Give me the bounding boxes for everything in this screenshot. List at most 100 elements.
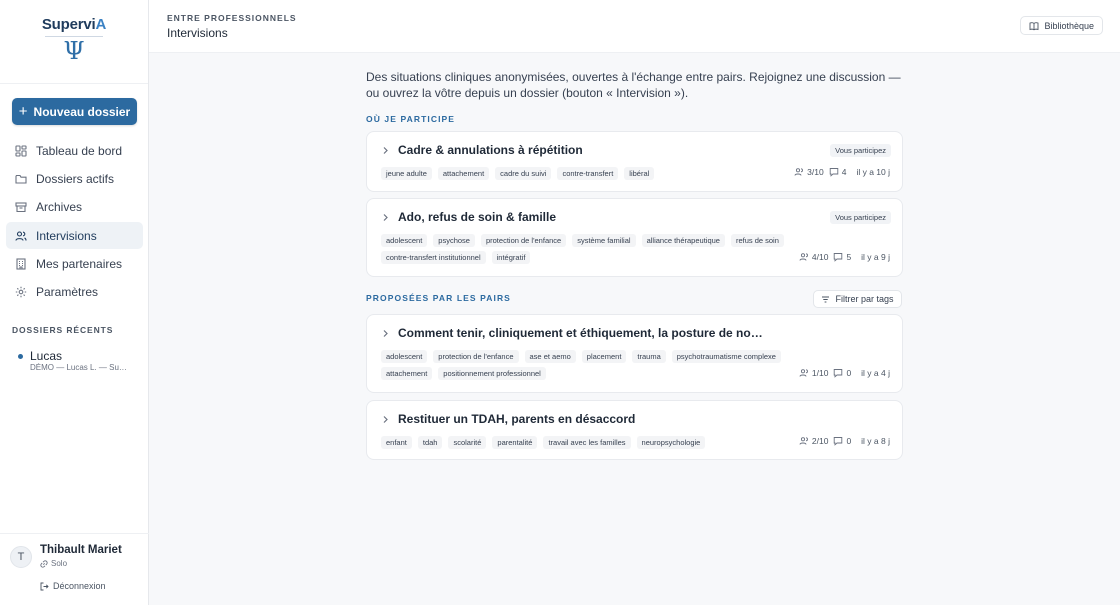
tag[interactable]: psychotraumatisme complexe bbox=[671, 350, 781, 363]
card-header[interactable]: Restituer un TDAH, parents en désaccord bbox=[381, 412, 635, 426]
section-title-participating: Où je participe bbox=[366, 114, 456, 124]
tag[interactable]: parentalité bbox=[492, 436, 538, 449]
user-name: Thibault Mariet bbox=[40, 544, 122, 556]
tag[interactable]: système familial bbox=[572, 234, 636, 247]
comment-icon bbox=[834, 369, 843, 378]
sidebar-item-label: Mes partenaires bbox=[36, 257, 123, 272]
tag[interactable]: trauma bbox=[632, 350, 666, 363]
comments-count: 0 bbox=[846, 436, 852, 446]
tag[interactable]: attachement bbox=[437, 167, 490, 180]
tag[interactable]: protection de l'enfance bbox=[433, 350, 519, 363]
intervision-card[interactable]: Cadre & annulations à répétition Vous pa… bbox=[366, 131, 903, 192]
intervision-card[interactable]: Comment tenir, cliniquement et éthiqueme… bbox=[366, 314, 903, 393]
page-eyebrow: Entre professionnels bbox=[167, 13, 297, 23]
recent-folder-item[interactable]: Lucas DÉMO — Lucas L. — Su… bbox=[18, 349, 130, 372]
tag-list: enfant tdah scolarité parentalité travai… bbox=[381, 436, 801, 449]
comment-icon bbox=[834, 437, 843, 446]
sidebar-item-archives[interactable]: Archives bbox=[6, 194, 143, 221]
tag[interactable]: ase et aemo bbox=[524, 350, 576, 363]
dashboard-icon bbox=[14, 144, 28, 158]
recent-folders-title: Dossiers récents bbox=[12, 325, 114, 335]
tag[interactable]: enfant bbox=[381, 436, 412, 449]
sidebar-item-label: Archives bbox=[36, 200, 83, 215]
sidebar-item-intervisions[interactable]: Intervisions bbox=[6, 222, 143, 250]
avatar[interactable]: T bbox=[10, 546, 32, 568]
card-meta: 1/10 0 il y a 4 j bbox=[799, 368, 890, 378]
tag[interactable]: tdah bbox=[417, 436, 443, 449]
tag[interactable]: placement bbox=[581, 350, 627, 363]
tag[interactable]: travail avec les familles bbox=[543, 436, 631, 449]
gear-icon bbox=[14, 285, 28, 299]
card-age: il y a 4 j bbox=[861, 368, 890, 378]
card-header[interactable]: Cadre & annulations à répétition bbox=[381, 143, 583, 157]
sidebar-item-active-folders[interactable]: Dossiers actifs bbox=[6, 165, 143, 192]
members-count: 3/10 bbox=[807, 167, 824, 177]
chevron-right-icon[interactable] bbox=[381, 329, 390, 338]
user-plan-label: Solo bbox=[51, 559, 68, 568]
filter-icon bbox=[822, 296, 830, 302]
tag[interactable]: jeune adulte bbox=[381, 167, 432, 180]
comments-count: 5 bbox=[846, 252, 852, 262]
tag[interactable]: cadre du suivi bbox=[495, 167, 552, 180]
members-count: 2/10 bbox=[811, 436, 829, 446]
tag[interactable]: scolarité bbox=[448, 436, 487, 449]
chevron-right-icon[interactable] bbox=[381, 146, 390, 155]
section-title-proposed: Proposées par les pairs bbox=[366, 293, 511, 303]
tag[interactable]: contre-transfert institutionnel bbox=[381, 251, 486, 264]
card-title: Ado, refus de soin & famille bbox=[398, 210, 557, 224]
logout-label: Déconnexion bbox=[53, 581, 106, 591]
card-header[interactable]: Ado, refus de soin & famille bbox=[381, 210, 556, 224]
tag[interactable]: psychose bbox=[433, 234, 475, 247]
intervision-card[interactable]: Restituer un TDAH, parents en désaccord … bbox=[366, 400, 903, 460]
members-count: 1/10 bbox=[811, 368, 829, 378]
chevron-right-icon[interactable] bbox=[381, 213, 390, 222]
tag[interactable]: neuropsychologie bbox=[636, 436, 706, 449]
tag[interactable]: positionnement professionnel bbox=[438, 367, 546, 380]
comments-count: 4 bbox=[841, 167, 847, 177]
plus-icon: + bbox=[18, 102, 28, 120]
card-header[interactable]: Comment tenir, cliniquement et éthiqueme… bbox=[381, 326, 763, 340]
bullet-icon bbox=[18, 354, 23, 359]
recent-folder-name: Lucas bbox=[30, 349, 63, 363]
participating-badge: Vous participez bbox=[830, 144, 891, 157]
card-age: il y a 10 j bbox=[856, 167, 890, 177]
sidebar-item-settings[interactable]: Paramètres bbox=[6, 279, 143, 306]
sidebar-nav: Tableau de bord Dossiers actifs Archives… bbox=[6, 137, 143, 307]
tag[interactable]: protection de l'enfance bbox=[480, 234, 567, 247]
sidebar-item-label: Tableau de bord bbox=[36, 143, 123, 158]
tag[interactable]: adolescent bbox=[381, 350, 428, 363]
sidebar-item-label: Paramètres bbox=[36, 285, 99, 300]
card-meta: 2/10 0 il y a 8 j bbox=[799, 436, 890, 446]
sidebar-item-label: Dossiers actifs bbox=[36, 171, 115, 186]
app-logo[interactable]: SuperviA Ψ bbox=[0, 0, 148, 84]
sidebar-item-dashboard[interactable]: Tableau de bord bbox=[6, 137, 143, 164]
logo-wordmark: SuperviA bbox=[41, 16, 107, 33]
members-icon bbox=[794, 168, 804, 176]
card-title: Cadre & annulations à répétition bbox=[398, 143, 583, 157]
new-folder-button[interactable]: + Nouveau dossier bbox=[12, 98, 137, 125]
page-title: Intervisions bbox=[167, 26, 228, 40]
tag[interactable]: intégratif bbox=[491, 251, 531, 264]
tag[interactable]: attachement bbox=[381, 367, 433, 380]
user-panel: T Thibault Mariet Solo Déconnexion bbox=[0, 533, 149, 605]
comments-count: 0 bbox=[846, 368, 852, 378]
tag[interactable]: alliance thérapeutique bbox=[641, 234, 725, 247]
folder-icon bbox=[14, 172, 28, 186]
psi-logo-icon: Ψ bbox=[63, 37, 85, 65]
tag[interactable]: refus de soin bbox=[730, 234, 784, 247]
card-age: il y a 8 j bbox=[861, 436, 890, 446]
library-button[interactable]: Bibliothèque bbox=[1020, 16, 1103, 35]
logout-button[interactable]: Déconnexion bbox=[40, 581, 106, 591]
filter-tags-button[interactable]: Filtrer par tags bbox=[813, 290, 902, 308]
sidebar: SuperviA Ψ + Nouveau dossier Tableau de … bbox=[0, 0, 149, 605]
comment-icon bbox=[834, 253, 843, 262]
members-icon bbox=[799, 437, 808, 445]
chevron-right-icon[interactable] bbox=[381, 415, 390, 424]
comment-icon bbox=[829, 168, 838, 177]
tag[interactable]: contre-transfert bbox=[557, 167, 619, 180]
intervision-card[interactable]: Ado, refus de soin & famille Vous partic… bbox=[366, 198, 903, 277]
tag[interactable]: adolescent bbox=[381, 234, 428, 247]
sidebar-item-partners[interactable]: Mes partenaires bbox=[6, 251, 143, 278]
card-title: Comment tenir, cliniquement et éthiqueme… bbox=[398, 326, 763, 340]
tag[interactable]: libéral bbox=[624, 167, 655, 180]
